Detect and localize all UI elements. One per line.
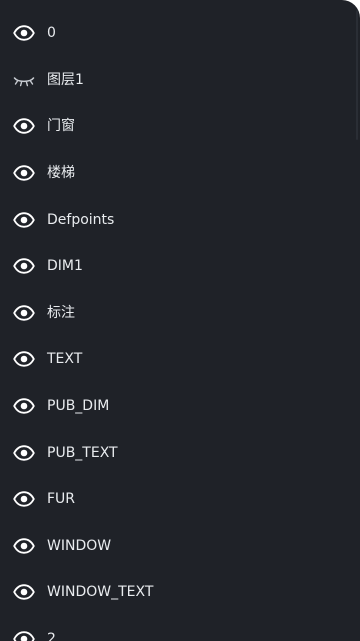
layer-name: PUB_DIM: [47, 398, 110, 415]
eye-icon[interactable]: [12, 301, 36, 325]
layer-row[interactable]: TEXT: [0, 336, 360, 383]
eye-icon[interactable]: [12, 441, 36, 465]
layer-row[interactable]: 门窗: [0, 103, 360, 150]
layer-name: WINDOW: [47, 537, 112, 554]
layer-row[interactable]: PUB_DIM: [0, 383, 360, 430]
layer-row[interactable]: WINDOW_TEXT: [0, 569, 360, 616]
layer-name: DIM1: [47, 258, 83, 275]
layer-name: WINDOW_TEXT: [47, 584, 154, 601]
eye-icon[interactable]: [12, 627, 36, 641]
eye-icon[interactable]: [12, 487, 36, 511]
eye-icon[interactable]: [12, 114, 36, 138]
layer-name: FUR: [47, 491, 76, 508]
eye-icon[interactable]: [12, 580, 36, 604]
layer-name: 图层1: [47, 71, 84, 88]
eye-icon[interactable]: [12, 534, 36, 558]
layer-name: TEXT: [47, 351, 83, 368]
layer-row[interactable]: FUR: [0, 476, 360, 523]
layer-name: 标注: [47, 304, 75, 321]
eye-icon[interactable]: [12, 347, 36, 371]
layer-row[interactable]: 0: [0, 10, 360, 57]
layer-list: 0 图层1 门窗楼梯 Defpoints DIM1 标注 TEXT PUB_DIM PUB_TE…: [0, 10, 360, 641]
eye-icon[interactable]: [12, 394, 36, 418]
layer-row[interactable]: 2: [0, 616, 360, 641]
layer-name: 楼梯: [47, 165, 75, 182]
layer-row[interactable]: Defpoints: [0, 196, 360, 243]
layer-name: Defpoints: [47, 211, 115, 228]
eye-icon[interactable]: [12, 254, 36, 278]
layer-name: PUB_TEXT: [47, 444, 118, 461]
layer-row[interactable]: 楼梯: [0, 150, 360, 197]
layer-name: 2: [47, 631, 56, 641]
layer-row[interactable]: WINDOW: [0, 523, 360, 570]
layer-name: 0: [47, 25, 56, 42]
eye-icon[interactable]: [12, 161, 36, 185]
eye-icon[interactable]: [12, 208, 36, 232]
eye-closed-icon[interactable]: [12, 68, 36, 92]
eye-icon[interactable]: [12, 21, 36, 45]
layer-name: 门窗: [47, 118, 75, 135]
layer-row[interactable]: PUB_TEXT: [0, 429, 360, 476]
layer-row[interactable]: 标注: [0, 290, 360, 337]
layer-row[interactable]: DIM1: [0, 243, 360, 290]
layer-row[interactable]: 图层1: [0, 57, 360, 104]
layers-panel: 0 图层1 门窗楼梯 Defpoints DIM1 标注 TEXT PUB_DIM PUB_TE…: [0, 0, 360, 641]
